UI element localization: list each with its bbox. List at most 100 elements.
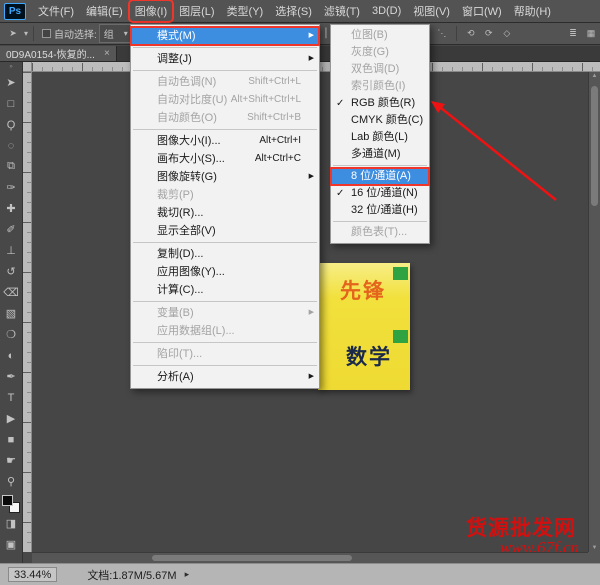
scrollbar-corner [588, 552, 600, 563]
menu-item-trap: 陷印(T)... [131, 345, 319, 363]
submenu-item-indexed-color: 索引颜色(I) [331, 78, 429, 95]
3d-axis-icon[interactable]: ◇ [499, 26, 515, 42]
workspace-icon[interactable]: ▦ [583, 26, 599, 42]
rectangular-marquee-tool[interactable]: □ [2, 93, 21, 114]
menu-item-duplicate[interactable]: 复制(D)... [131, 245, 319, 263]
submenu-arrow-icon: ▶ [309, 304, 314, 322]
screen-mode-icon[interactable]: ▣ [2, 534, 21, 555]
menu-separator [133, 129, 317, 130]
path-selection-tool[interactable]: ▶ [2, 408, 21, 429]
image-text-1: 先锋 [340, 275, 386, 305]
menu-window[interactable]: 窗口(W) [456, 0, 508, 22]
brush-tool[interactable]: ✐ [2, 219, 21, 240]
gradient-tool[interactable]: ▧ [2, 303, 21, 324]
close-icon[interactable]: × [104, 48, 110, 59]
menu-item-calculations[interactable]: 计算(C)... [131, 281, 319, 299]
menu-item-image-size[interactable]: 图像大小(I)... Alt+Ctrl+I [131, 132, 319, 150]
submenu-item-8-bits[interactable]: 8 位/通道(A) [331, 168, 429, 185]
menu-item-reveal-all[interactable]: 显示全部(V) [131, 222, 319, 240]
menu-image[interactable]: 图像(I) [129, 0, 173, 22]
image-menu-dropdown: 模式(M) ▶ 调整(J) ▶ 自动色调(N) Shift+Ctrl+L 自动对… [130, 24, 320, 389]
vertical-ruler[interactable] [23, 72, 32, 552]
clone-stamp-tool[interactable]: ⊥ [2, 240, 21, 261]
menu-separator [133, 70, 317, 71]
rotate-cw-icon[interactable]: ⟳ [481, 26, 497, 42]
submenu-item-cmyk-color[interactable]: CMYK 颜色(C) [331, 112, 429, 129]
auto-select-checkbox[interactable] [42, 29, 51, 38]
check-icon: ✓ [336, 95, 344, 112]
menu-item-canvas-size[interactable]: 画布大小(S)... Alt+Ctrl+C [131, 150, 319, 168]
menu-separator [133, 301, 317, 302]
distribute-right-icon[interactable]: ⋱ [434, 26, 450, 42]
rectangle-tool[interactable]: ■ [2, 429, 21, 450]
lasso-tool[interactable]: Ϙ [2, 114, 21, 135]
menu-select[interactable]: 选择(S) [269, 0, 318, 22]
menu-help[interactable]: 帮助(H) [508, 0, 557, 22]
menu-view[interactable]: 视图(V) [407, 0, 456, 22]
move-tool-preset-icon[interactable]: ➤ [5, 26, 21, 42]
menu-item-adjustments[interactable]: 调整(J) ▶ [131, 50, 319, 68]
quick-selection-tool[interactable]: ◌ [2, 135, 21, 156]
submenu-item-bitmap: 位图(B) [331, 27, 429, 44]
auto-select-dropdown[interactable]: 组 ▾ [99, 24, 133, 43]
submenu-arrow-icon: ▶ [309, 368, 314, 386]
menu-item-trim[interactable]: 裁切(R)... [131, 204, 319, 222]
menu-item-analysis[interactable]: 分析(A) ▶ [131, 368, 319, 386]
panel-collapse-chevron-icon[interactable]: » [9, 63, 12, 72]
menu-item-apply-image[interactable]: 应用图像(Y)... [131, 263, 319, 281]
move-tool[interactable]: ➤ [2, 72, 21, 93]
zoom-tool[interactable]: ⚲ [2, 471, 21, 492]
submenu-item-32-bits[interactable]: 32 位/通道(H) [331, 202, 429, 219]
submenu-item-rgb-color[interactable]: ✓ RGB 颜色(R) [331, 95, 429, 112]
status-options-arrow-icon[interactable]: ▸ [185, 569, 190, 580]
foreground-color-swatch[interactable] [2, 495, 13, 506]
hand-tool[interactable]: ☛ [2, 450, 21, 471]
menu-filter[interactable]: 滤镜(T) [318, 0, 366, 22]
dodge-tool[interactable]: ◐ [2, 345, 21, 366]
panels-icon[interactable]: ≣ [565, 26, 581, 42]
menu-type[interactable]: 类型(Y) [221, 0, 270, 22]
check-icon: ✓ [336, 185, 344, 202]
menu-3d[interactable]: 3D(D) [366, 2, 407, 20]
blur-tool[interactable]: ❍ [2, 324, 21, 345]
green-badge [393, 330, 408, 343]
submenu-item-grayscale: 灰度(G) [331, 44, 429, 61]
submenu-item-multichannel[interactable]: 多通道(M) [331, 146, 429, 163]
history-brush-tool[interactable]: ↺ [2, 261, 21, 282]
quick-mask-icon[interactable]: ◨ [2, 513, 21, 534]
eraser-tool[interactable]: ⌫ [2, 282, 21, 303]
options-separator [456, 26, 457, 41]
mode-submenu: 位图(B) 灰度(G) 双色调(D) 索引颜色(I) ✓ RGB 颜色(R) C… [330, 24, 430, 244]
document-size-info: 文档:1.87M/5.67M [87, 567, 176, 583]
menu-item-image-rotation[interactable]: 图像旋转(G) ▶ [131, 168, 319, 186]
color-swatches [2, 495, 20, 513]
horizontal-scrollbar[interactable] [32, 552, 588, 563]
zoom-level-field[interactable]: 33.44% [8, 567, 57, 582]
ruler-corner [23, 62, 32, 72]
menu-layer[interactable]: 图层(L) [173, 0, 220, 22]
vertical-scrollbar[interactable]: ▲ ▼ [588, 72, 600, 552]
vertical-scroll-thumb[interactable] [591, 86, 598, 206]
menu-item-auto-contrast: 自动对比度(U) Alt+Shift+Ctrl+L [131, 91, 319, 109]
horizontal-scroll-thumb[interactable] [152, 555, 352, 561]
submenu-item-16-bits[interactable]: ✓ 16 位/通道(N) [331, 185, 429, 202]
menu-file[interactable]: 文件(F) [32, 0, 80, 22]
tool-preset-caret-icon[interactable]: ▾ [24, 29, 28, 38]
pen-tool[interactable]: ✒ [2, 366, 21, 387]
menu-edit[interactable]: 编辑(E) [80, 0, 129, 22]
document-tab[interactable]: 0D9A0154-恢复的... × [0, 46, 117, 61]
submenu-item-lab-color[interactable]: Lab 颜色(L) [331, 129, 429, 146]
menubar: Ps 文件(F) 编辑(E) 图像(I) 图层(L) 类型(Y) 选择(S) 滤… [0, 0, 600, 23]
photoshop-logo-icon: Ps [4, 3, 26, 20]
type-tool[interactable]: T [2, 387, 21, 408]
spot-healing-brush-tool[interactable]: ✚ [2, 198, 21, 219]
rotate-ccw-icon[interactable]: ⟲ [463, 26, 479, 42]
scroll-down-icon[interactable]: ▼ [589, 545, 600, 551]
eyedropper-tool[interactable]: ✑ [2, 177, 21, 198]
status-bar: 33.44% 文档:1.87M/5.67M ▸ [0, 563, 600, 585]
document-image[interactable]: 先锋 数学 [318, 263, 410, 390]
menu-separator [133, 47, 317, 48]
crop-tool[interactable]: ⧉ [2, 156, 21, 177]
menu-item-mode[interactable]: 模式(M) ▶ [131, 27, 319, 45]
scroll-up-icon[interactable]: ▲ [589, 73, 600, 79]
